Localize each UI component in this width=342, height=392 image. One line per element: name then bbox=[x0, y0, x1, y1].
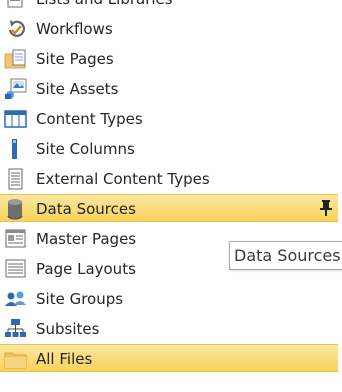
nav-item-label: All Files bbox=[36, 350, 93, 368]
nav-item-label: Lists and Libraries bbox=[36, 0, 173, 9]
nav-item-label: Site Columns bbox=[36, 140, 135, 158]
master-pages-icon bbox=[4, 228, 28, 250]
nav-item-site-assets[interactable]: Site Assets bbox=[0, 75, 338, 103]
subsites-icon bbox=[4, 318, 28, 340]
database-icon bbox=[4, 198, 28, 220]
tooltip: Data Sources bbox=[229, 241, 342, 270]
nav-item-external-content-types[interactable]: External Content Types bbox=[0, 165, 338, 193]
lists-libraries-icon bbox=[4, 0, 28, 10]
nav-item-label: Site Groups bbox=[36, 290, 124, 308]
nav-item-workflows[interactable]: Workflows bbox=[0, 15, 338, 43]
nav-item-label: Data Sources bbox=[36, 200, 136, 218]
content-types-icon bbox=[4, 108, 28, 130]
site-assets-icon bbox=[4, 78, 28, 100]
nav-item-site-groups[interactable]: Site Groups bbox=[0, 285, 338, 313]
nav-item-label: External Content Types bbox=[36, 170, 210, 188]
workflow-icon bbox=[4, 18, 28, 40]
nav-item-lists-and-libraries[interactable]: Lists and Libraries bbox=[0, 0, 338, 13]
site-pages-icon bbox=[4, 48, 28, 70]
nav-item-label: Site Assets bbox=[36, 80, 119, 98]
nav-item-data-sources[interactable]: Data Sources bbox=[0, 194, 338, 222]
nav-item-label: Site Pages bbox=[36, 50, 114, 68]
site-objects-navigation: Lists and Libraries Workflows Site Pages bbox=[0, 0, 342, 392]
nav-item-label: Workflows bbox=[36, 20, 113, 38]
folder-icon bbox=[4, 348, 28, 370]
nav-item-site-columns[interactable]: Site Columns bbox=[0, 135, 338, 163]
external-content-types-icon bbox=[4, 168, 28, 190]
nav-item-label: Subsites bbox=[36, 320, 100, 338]
site-columns-icon bbox=[4, 138, 28, 160]
pin-icon[interactable] bbox=[318, 199, 334, 217]
nav-item-all-files[interactable]: All Files bbox=[0, 344, 338, 372]
nav-item-content-types[interactable]: Content Types bbox=[0, 105, 338, 133]
nav-item-subsites[interactable]: Subsites bbox=[0, 315, 338, 343]
page-layouts-icon bbox=[4, 258, 28, 280]
site-groups-icon bbox=[4, 288, 28, 310]
nav-item-label: Content Types bbox=[36, 110, 143, 128]
nav-item-label: Page Layouts bbox=[36, 260, 136, 278]
nav-item-site-pages[interactable]: Site Pages bbox=[0, 45, 338, 73]
nav-item-label: Master Pages bbox=[36, 230, 137, 248]
